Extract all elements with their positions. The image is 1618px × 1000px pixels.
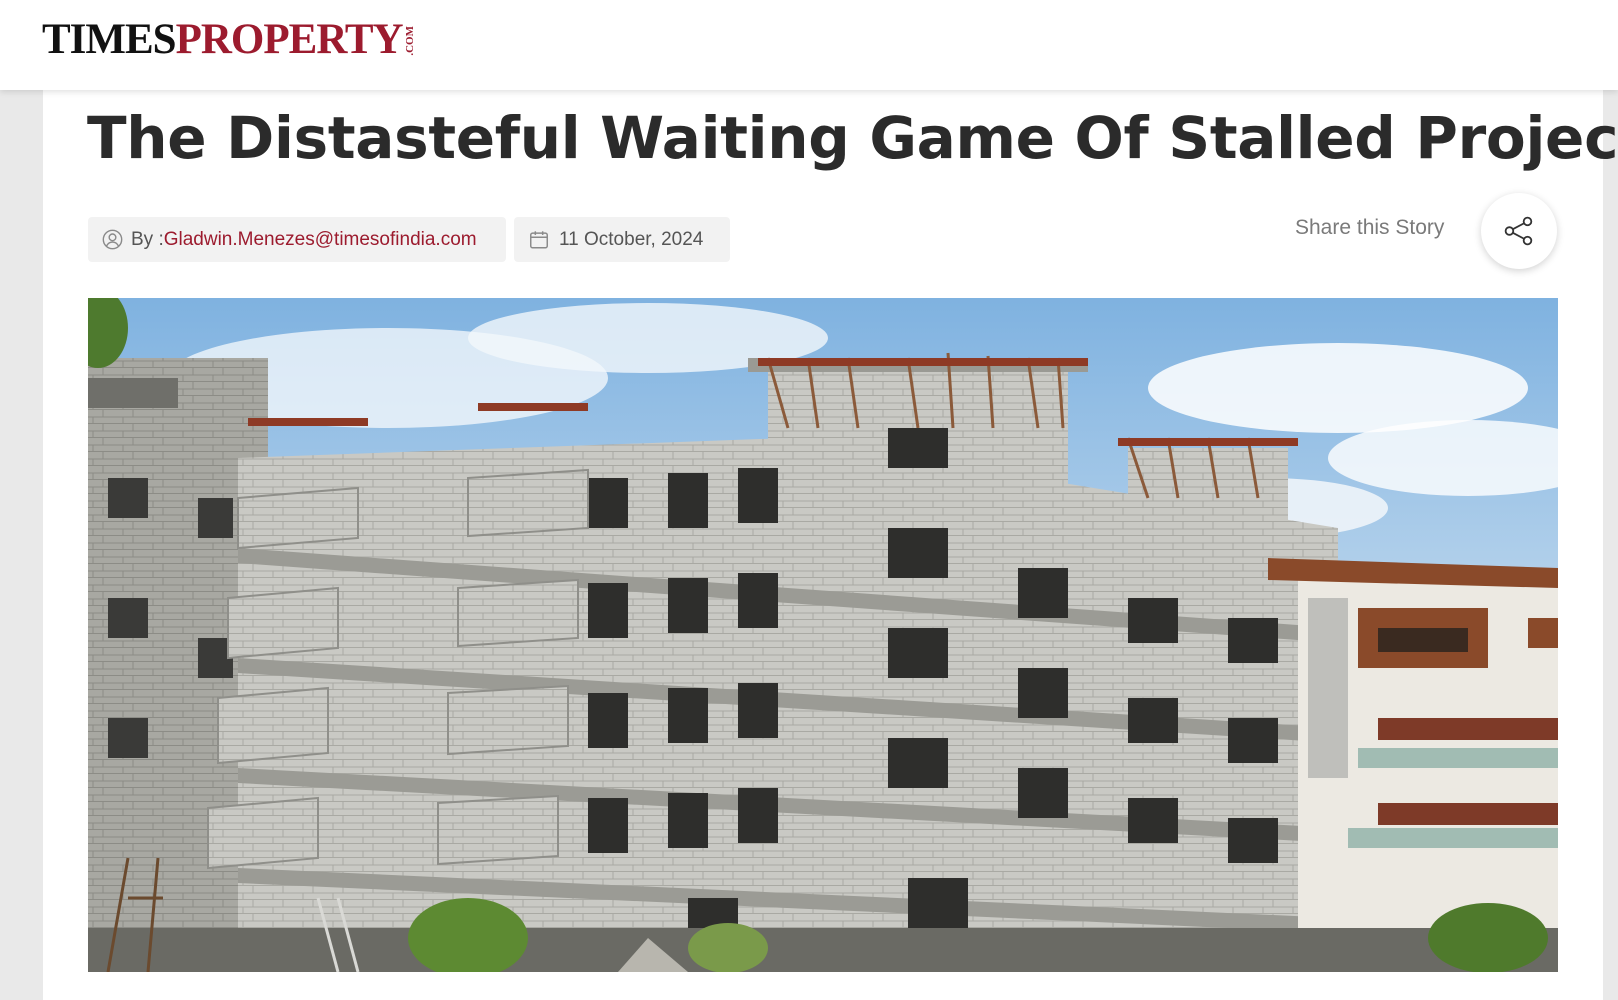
- logo-property-text: PROPERTY: [175, 16, 404, 63]
- site-header: TIMES PROPERTY .COM: [0, 0, 1618, 90]
- article-container: The Distasteful Waiting Game Of Stalled …: [43, 90, 1618, 1000]
- share-label: Share this Story: [1295, 216, 1445, 239]
- article-hero-image: [88, 298, 1558, 972]
- publish-date: 11 October, 2024: [559, 228, 704, 250]
- logo-times-text: TIMES: [42, 16, 177, 63]
- date-badge: 11 October, 2024: [514, 217, 730, 262]
- author-link[interactable]: Gladwin.Menezes@timesofindia.com: [164, 229, 477, 251]
- site-logo[interactable]: TIMES PROPERTY .COM: [42, 18, 416, 62]
- user-circle-icon: [102, 229, 123, 250]
- share-icon: [1504, 216, 1533, 246]
- share-button[interactable]: [1481, 193, 1557, 269]
- author-prefix: By :: [131, 228, 164, 250]
- article-title: The Distasteful Waiting Game Of Stalled …: [87, 104, 1618, 172]
- calendar-icon: [530, 230, 548, 249]
- stalled-building-photo: [88, 298, 1558, 972]
- logo-com-text: .COM: [403, 26, 416, 56]
- author-badge: By : Gladwin.Menezes@timesofindia.com: [88, 217, 506, 262]
